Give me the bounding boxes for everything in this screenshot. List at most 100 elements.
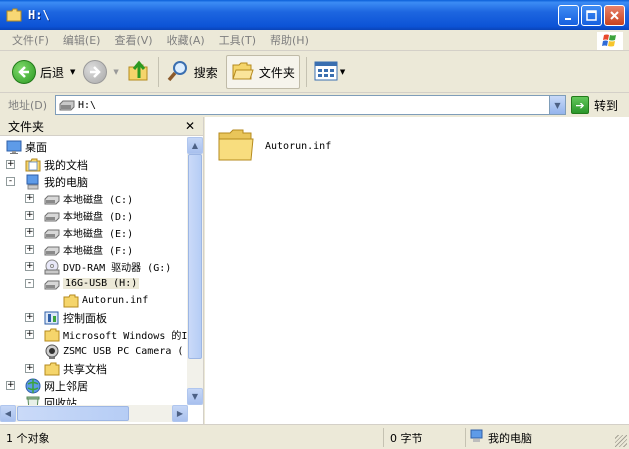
network-icon xyxy=(25,378,41,394)
tree-item-label: 我的文档 xyxy=(44,158,88,172)
views-button[interactable]: ▼ xyxy=(310,55,349,89)
folder-pane-header: 文件夹 ✕ xyxy=(0,117,203,136)
forward-dropdown-icon[interactable]: ▼ xyxy=(113,68,118,76)
file-item[interactable]: Autorun.inf xyxy=(217,127,331,166)
tree-item[interactable]: + DVD-RAM 驱动器 (G:) xyxy=(25,258,172,275)
tree-horizontal-scrollbar[interactable]: ◀ ▶ xyxy=(0,405,188,422)
desktop-icon xyxy=(6,139,22,155)
expand-icon[interactable]: + xyxy=(25,194,34,203)
tree-item[interactable]: + 本地磁盘 (D:) xyxy=(25,207,134,224)
scroll-right-button[interactable]: ▶ xyxy=(172,405,188,422)
menu-edit[interactable]: 编辑(E) xyxy=(56,32,108,48)
folder-icon xyxy=(44,327,60,343)
search-button[interactable]: 搜索 xyxy=(162,55,222,89)
tree-item[interactable]: 桌面 xyxy=(6,138,47,155)
go-button[interactable]: ➔ 转到 xyxy=(571,96,618,114)
usb-drive-icon xyxy=(44,276,60,292)
vertical-scroll-thumb[interactable] xyxy=(188,154,202,359)
tree-item[interactable]: + 本地磁盘 (F:) xyxy=(25,241,133,258)
tree-item-label: 网上邻居 xyxy=(44,379,88,393)
tree-item[interactable]: Autorun.inf xyxy=(63,292,148,309)
expand-icon[interactable]: + xyxy=(25,330,34,339)
toolbar-separator xyxy=(305,57,307,87)
local-disk-icon xyxy=(44,208,60,224)
title-bar[interactable]: H:\ xyxy=(0,0,629,30)
tree-item-label: 我的电脑 xyxy=(44,175,88,189)
tree-item-label: 回收站 xyxy=(44,396,77,406)
address-bar: 地址(D) H:\ ▼ ➔ 转到 xyxy=(0,94,629,116)
tree-item[interactable]: + 网上邻居 xyxy=(6,377,88,394)
tree-item-label: 共享文档 xyxy=(63,362,107,376)
folder-icon xyxy=(217,127,255,166)
tree-item[interactable]: + 本地磁盘 (E:) xyxy=(25,224,134,241)
menu-favorites[interactable]: 收藏(A) xyxy=(160,32,212,48)
camera-icon xyxy=(44,344,60,360)
go-arrow-icon: ➔ xyxy=(571,96,589,114)
collapse-icon[interactable]: - xyxy=(25,279,34,288)
views-dropdown-icon[interactable]: ▼ xyxy=(340,68,345,76)
drive-icon xyxy=(59,98,75,115)
toolbar: 后退 ▼ ▼ 搜索 文件夹 ▼ xyxy=(0,52,629,93)
expand-icon[interactable]: + xyxy=(6,381,15,390)
recycle-bin-icon xyxy=(25,395,41,405)
local-disk-icon xyxy=(44,242,60,258)
tree-item-label: 本地磁盘 (E:) xyxy=(63,229,134,240)
toolbar-separator xyxy=(157,57,159,87)
scroll-left-button[interactable]: ◀ xyxy=(0,405,16,422)
status-location: 我的电脑 xyxy=(470,428,610,447)
local-disk-icon xyxy=(44,191,60,207)
expand-icon[interactable]: + xyxy=(25,245,34,254)
tree-item[interactable]: - 16G-USB (H:) xyxy=(25,275,140,292)
back-dropdown-icon[interactable]: ▼ xyxy=(70,68,75,76)
close-icon xyxy=(610,11,619,20)
expand-icon[interactable]: + xyxy=(25,364,34,373)
forward-button[interactable]: ▼ xyxy=(79,55,122,89)
minimize-button[interactable] xyxy=(558,5,579,26)
tree-item-label: 本地磁盘 (D:) xyxy=(63,212,134,223)
tree-item[interactable]: - 我的电脑 xyxy=(6,173,88,190)
tree-item[interactable]: + 共享文档 xyxy=(25,360,107,377)
my-documents-icon xyxy=(25,157,41,173)
expand-icon[interactable]: + xyxy=(25,211,34,220)
back-button[interactable]: 后退 ▼ xyxy=(8,55,79,89)
scroll-down-button[interactable]: ▼ xyxy=(187,388,203,405)
close-button[interactable] xyxy=(604,5,625,26)
up-folder-button[interactable] xyxy=(123,55,155,89)
menu-tools[interactable]: 工具(T) xyxy=(212,32,263,48)
tree-item[interactable]: ZSMC USB PC Camera ( xyxy=(44,343,183,360)
menu-help[interactable]: 帮助(H) xyxy=(263,32,316,48)
expand-icon[interactable]: + xyxy=(25,262,34,271)
folder-tree: 桌面 + 我的文档 - 我的电脑 + 本地磁盘 (C:) + 本地磁盘 (D:) + 本地磁盘 (E… xyxy=(0,137,188,405)
menu-file[interactable]: 文件(F) xyxy=(5,32,56,48)
folder-pane-close-icon[interactable]: ✕ xyxy=(185,119,195,133)
window-title: H:\ xyxy=(28,8,50,22)
tree-item[interactable]: + Microsoft Windows 的I xyxy=(25,326,187,343)
tree-item[interactable]: + 我的文档 xyxy=(6,156,88,173)
tree-vertical-scrollbar[interactable]: ▲ ▼ xyxy=(187,137,203,405)
address-dropdown-button[interactable]: ▼ xyxy=(549,96,565,114)
address-input[interactable]: H:\ ▼ xyxy=(55,95,566,115)
maximize-button[interactable] xyxy=(581,5,602,26)
forward-arrow-icon xyxy=(83,60,108,84)
horizontal-scroll-thumb[interactable] xyxy=(17,406,129,421)
tree-item-label: 桌面 xyxy=(25,140,47,154)
search-label: 搜索 xyxy=(193,65,218,80)
tree-item[interactable]: + 本地磁盘 (C:) xyxy=(25,190,133,207)
status-location-text: 我的电脑 xyxy=(488,431,532,445)
expand-icon[interactable]: + xyxy=(25,228,34,237)
tree-item[interactable]: + 控制面板 xyxy=(25,309,107,326)
tree-item-label: DVD-RAM 驱动器 (G:) xyxy=(63,263,172,274)
collapse-icon[interactable]: - xyxy=(6,177,15,186)
status-bar: 1 个对象 0 字节 我的电脑 xyxy=(0,424,629,449)
expand-icon[interactable]: + xyxy=(25,313,34,322)
folder-icon xyxy=(63,293,79,309)
expand-icon[interactable]: + xyxy=(6,160,15,169)
menu-view[interactable]: 查看(V) xyxy=(107,32,159,48)
scroll-up-button[interactable]: ▲ xyxy=(187,137,203,154)
folders-button[interactable]: 文件夹 xyxy=(225,55,300,89)
tree-item-label: 16G-USB (H:) xyxy=(63,278,140,289)
folder-open-icon xyxy=(231,59,255,86)
tree-item[interactable]: 回收站 xyxy=(25,394,77,405)
resize-grip[interactable] xyxy=(615,435,627,447)
dvd-drive-icon xyxy=(44,259,60,275)
